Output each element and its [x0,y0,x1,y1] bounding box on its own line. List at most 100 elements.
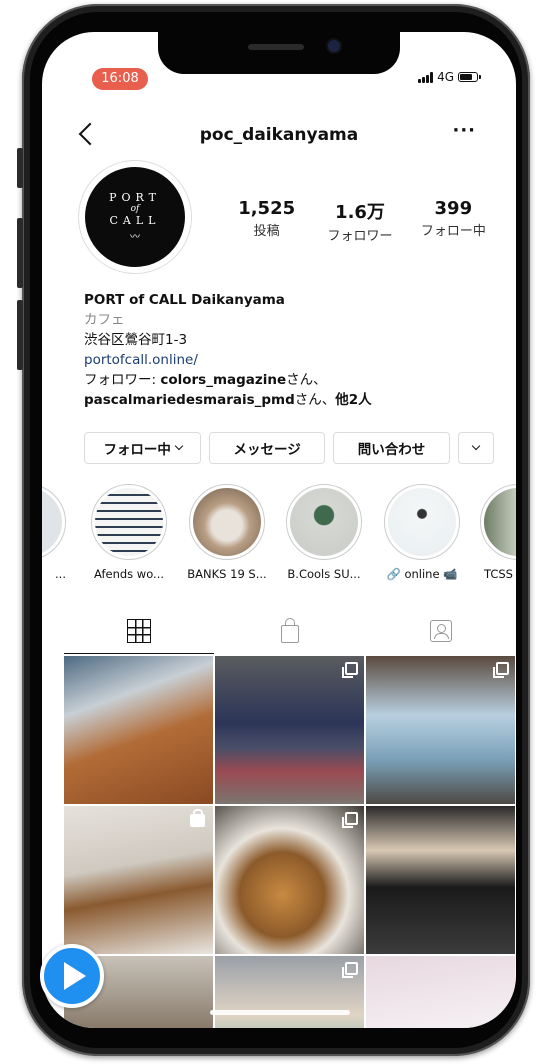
highlight-caption: B.Cools SU... [287,567,361,581]
highlight-ring [189,484,265,560]
status-time: 16:08 [92,68,148,90]
stat-followers[interactable]: 1.6万 フォロワー [313,198,406,244]
bio-category: カフェ [84,312,125,328]
post-tile[interactable] [366,806,515,954]
suggested-accounts-button[interactable] [458,432,495,464]
post-tile[interactable] [64,656,213,804]
highlight-image [193,488,261,556]
earpiece-speaker [248,44,304,50]
post-tile[interactable] [366,956,515,1028]
bio-followed-by[interactable]: フォロワー: colors_magazineさん、 [84,370,504,390]
profile-tabs [64,608,516,654]
highlight-caption: ... [55,567,66,581]
notch [158,32,400,74]
story-highlights: ... Afends wo... BANKS 19 S... B.Cools S… [42,484,516,594]
highlight-tcss[interactable]: TCSS [478,484,516,581]
app-screen: 16:08 4G poc_daikanyama ··· PORT of CALL… [42,32,516,1028]
highlight-caption: BANKS 19 S... [187,567,267,581]
highlight-ring [384,484,460,560]
highlight-image [42,488,62,556]
followed-user-1: colors_magazine [160,372,287,388]
profile-header: poc_daikanyama ··· [42,120,516,150]
bio-followed-by-line2[interactable]: pascalmariedesmarais_pmdさん、他2人 [84,390,504,410]
message-button[interactable]: メッセージ [209,432,325,464]
front-camera [328,40,340,52]
profile-stats: 1,525 投稿 1.6万 フォロワー 399 フォロー中 [220,198,500,244]
avatar-line-of: of [130,204,140,214]
highlight-ring [286,484,362,560]
followed-prefix: フォロワー: [84,372,161,388]
highlight-ring [42,484,66,560]
multiple-posts-icon [342,812,358,828]
posts-grid [64,656,516,1028]
bio-link[interactable]: portofcall.online/ [84,350,504,370]
stat-posts[interactable]: 1,525 投稿 [220,198,313,244]
avatar-line-call: CALL [109,214,161,227]
post-tile[interactable] [215,656,364,804]
mute-switch [17,148,23,188]
volume-up-button [17,218,23,288]
highlight-bcools[interactable]: B.Cools SU... [284,484,364,581]
stat-following-label: フォロー中 [420,224,486,239]
profile-username: poc_daikanyama [199,125,359,145]
followed-others: 他2人 [335,392,372,408]
following-button-label: フォロー中 [103,442,171,458]
shopping-bag-icon [281,618,299,643]
highlight-partial[interactable]: ... [42,484,68,581]
post-tile[interactable] [215,806,364,954]
post-tile[interactable] [64,806,213,954]
multiple-posts-icon [342,662,358,678]
followed-user-2: pascalmariedesmarais_pmd [84,392,295,408]
highlight-ring [480,484,516,560]
tab-tagged[interactable] [366,608,516,654]
home-indicator[interactable] [210,1010,350,1015]
followed-suffix: さん、 [294,392,336,408]
following-button[interactable]: フォロー中 [84,432,202,464]
grid-icon [127,619,151,643]
highlight-image [95,488,163,556]
highlight-afends[interactable]: Afends wo... [89,484,169,581]
network-label: 4G [437,70,454,84]
stat-posts-label: 投稿 [253,224,280,239]
profile-bio: PORT of CALL Daikanyama カフェ 渋谷区鶯谷町1-3 po… [84,290,504,410]
more-options-icon[interactable]: ··· [452,120,476,141]
highlight-caption: 🔗 online 📹 [386,567,458,581]
avatar-logo: PORT of CALL 〰 [85,167,185,267]
status-indicators: 4G [418,70,481,84]
stat-following[interactable]: 399 フォロー中 [407,198,500,244]
stat-following-value: 399 [434,198,473,219]
bio-address: 渋谷区鶯谷町1-3 [84,332,188,348]
highlight-banks[interactable]: BANKS 19 S... [187,484,267,581]
chevron-down-icon [174,441,184,451]
highlight-online[interactable]: 🔗 online 📹 [382,484,462,581]
tab-shop[interactable] [215,608,365,654]
bio-name: PORT of CALL Daikanyama [84,292,285,308]
battery-icon [458,72,481,82]
shopping-bag-icon [190,809,205,827]
highlight-caption: TCSS [484,567,513,581]
stat-followers-value: 1.6万 [335,202,385,223]
multiple-posts-icon [493,662,509,678]
post-tile[interactable] [366,656,515,804]
highlight-ring [91,484,167,560]
play-button[interactable] [40,944,104,1008]
contact-button-label: 問い合わせ [357,442,426,458]
stat-posts-value: 1,525 [238,198,296,219]
multiple-posts-icon [342,962,358,978]
profile-avatar[interactable]: PORT of CALL 〰 [78,160,192,274]
post-tile[interactable] [215,956,364,1028]
chevron-down-icon [471,441,481,451]
highlight-image [388,488,456,556]
active-tab-indicator [64,652,214,654]
highlight-image [290,488,358,556]
volume-down-button [17,300,23,370]
contact-button[interactable]: 問い合わせ [332,432,451,464]
avatar-wave: 〰 [130,232,140,243]
highlight-caption: Afends wo... [93,567,165,581]
stat-followers-label: フォロワー [327,229,393,244]
tab-posts-grid[interactable] [64,608,214,654]
followed-mid: さん、 [286,372,327,388]
signal-icon [418,71,434,83]
tagged-person-icon [430,620,452,642]
highlight-image [484,488,516,556]
